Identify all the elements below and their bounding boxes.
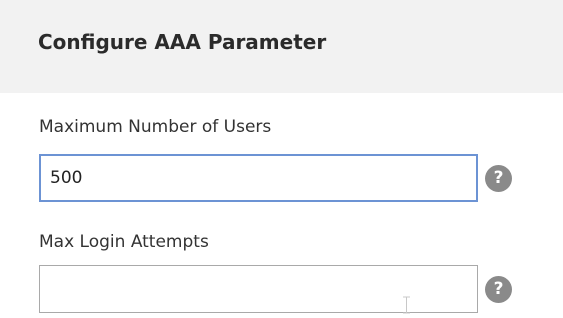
panel-header: Configure AAA Parameter xyxy=(0,0,563,93)
question-mark-icon[interactable]: ? xyxy=(485,165,512,192)
max-login-attempts-input[interactable] xyxy=(39,265,478,313)
max-users-label: Maximum Number of Users xyxy=(39,117,272,137)
max-users-input[interactable] xyxy=(39,154,478,202)
question-mark-icon[interactable]: ? xyxy=(485,276,512,303)
panel-title: Configure AAA Parameter xyxy=(38,30,327,54)
text-cursor-icon xyxy=(403,296,410,314)
max-login-attempts-label: Max Login Attempts xyxy=(39,232,209,252)
